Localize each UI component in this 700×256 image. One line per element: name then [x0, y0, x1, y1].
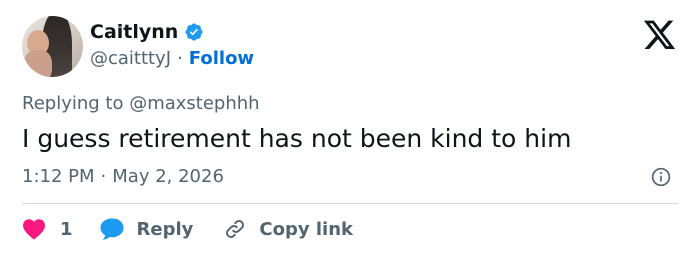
- author-handle[interactable]: @caitttyJ: [90, 48, 171, 70]
- avatar[interactable]: [22, 16, 83, 77]
- copy-link-label: Copy link: [259, 218, 353, 240]
- author-name-row: Caitlynn: [90, 20, 204, 44]
- tweet-date: May 2, 2026: [112, 166, 224, 187]
- speech-bubble-icon: [100, 218, 124, 240]
- follow-button[interactable]: Follow: [189, 48, 254, 70]
- tweet-text: I guess retirement has not been kind to …: [22, 124, 572, 153]
- replying-to-text: Replying to @maxstephhh: [22, 93, 260, 114]
- x-logo-icon[interactable]: [643, 20, 677, 50]
- copy-link-button[interactable]: Copy link: [223, 217, 353, 241]
- like-button[interactable]: 1: [22, 218, 73, 240]
- like-count: 1: [60, 218, 73, 240]
- author-handle-row: @caitttyJ · Follow: [90, 48, 254, 70]
- author-name[interactable]: Caitlynn: [90, 20, 178, 44]
- divider: [22, 203, 678, 204]
- info-icon[interactable]: [651, 167, 671, 187]
- tweet-time: 1:12 PM: [22, 166, 95, 187]
- handle-separator: ·: [177, 48, 183, 69]
- timestamp-separator: ·: [100, 166, 107, 187]
- tweet-timestamp[interactable]: 1:12 PM · May 2, 2026: [22, 166, 224, 188]
- heart-icon: [23, 219, 45, 240]
- action-bar: 1 Reply Copy link: [22, 214, 353, 244]
- link-icon: [226, 220, 245, 238]
- reply-button[interactable]: Reply: [99, 217, 194, 241]
- verified-badge-icon: [185, 23, 203, 41]
- avatar-hand: [24, 50, 52, 77]
- reply-label: Reply: [136, 218, 194, 240]
